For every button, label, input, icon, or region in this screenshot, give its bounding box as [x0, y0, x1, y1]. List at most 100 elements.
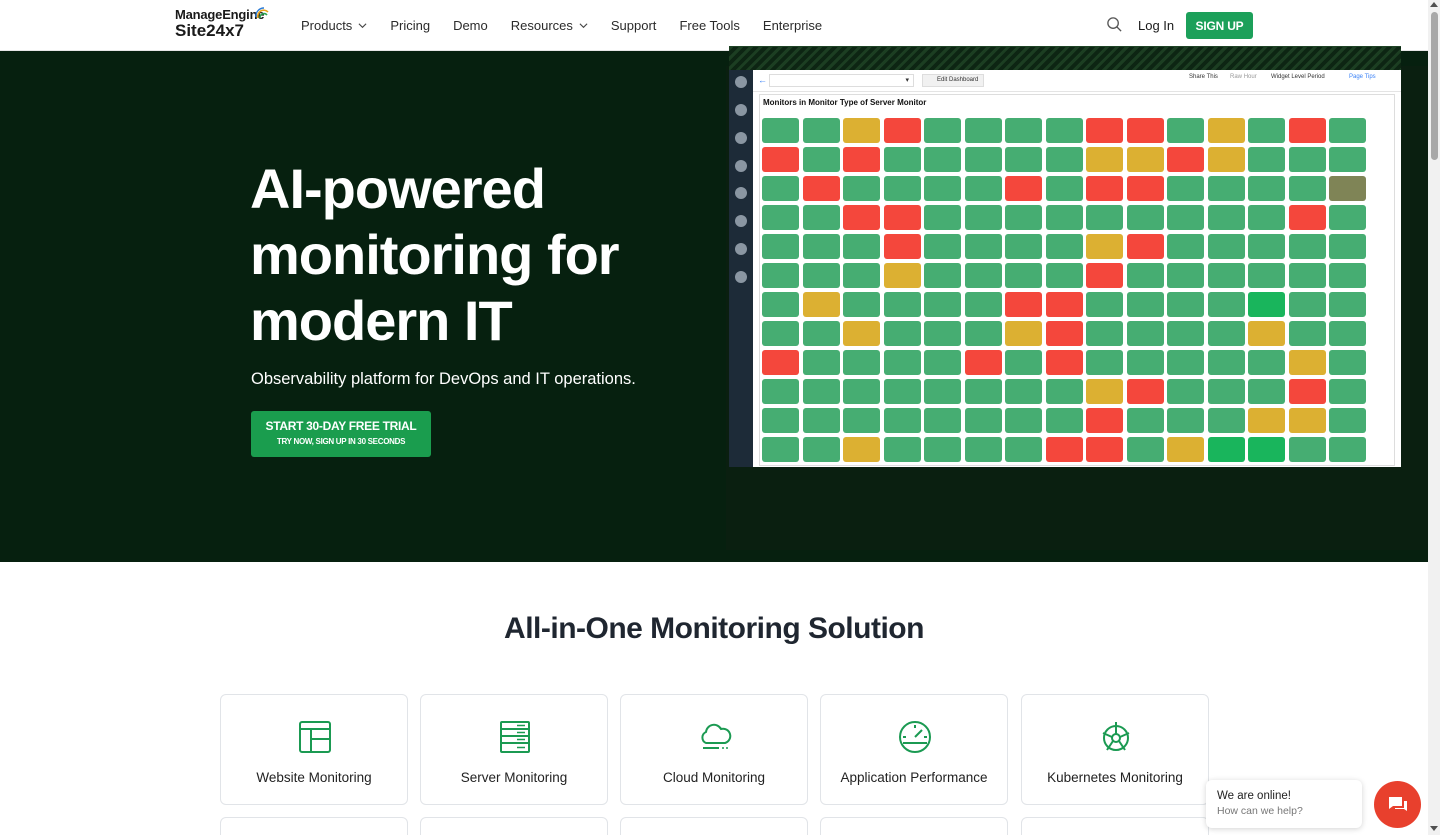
card-row2[interactable] — [820, 817, 1008, 835]
status-cell — [1288, 292, 1326, 317]
status-cell — [964, 292, 1002, 317]
status-cell — [1045, 379, 1083, 404]
nav-pricing[interactable]: Pricing — [390, 18, 430, 33]
status-cell — [1248, 176, 1285, 201]
nav-free-tools[interactable]: Free Tools — [679, 18, 739, 33]
status-cell — [1288, 263, 1326, 288]
status-cell — [762, 118, 799, 143]
chevron-down-icon — [358, 23, 367, 29]
status-cell — [1126, 350, 1164, 375]
nav-label: Resources — [510, 18, 573, 33]
chat-button[interactable] — [1374, 781, 1421, 828]
nav-products[interactable]: Products — [301, 18, 367, 33]
status-cell — [1086, 437, 1123, 462]
chevron-down-icon — [579, 23, 588, 29]
status-cell — [924, 147, 961, 172]
status-cell — [883, 350, 921, 375]
status-cell — [1126, 408, 1164, 433]
sidebar-dot-icon — [735, 132, 747, 144]
back-arrow-icon: ← — [758, 75, 767, 85]
scroll-up-arrow-icon[interactable] — [1430, 2, 1438, 7]
status-cell — [843, 379, 880, 404]
scroll-down-arrow-icon[interactable] — [1430, 826, 1438, 831]
status-cell — [1045, 205, 1083, 230]
status-cell — [964, 205, 1002, 230]
nav-label: Support — [610, 18, 657, 33]
signup-button[interactable]: SIGN UP — [1186, 12, 1253, 39]
start-trial-button[interactable]: START 30-DAY FREE TRIAL TRY NOW, SIGN UP… — [251, 411, 431, 457]
nav-resources[interactable]: Resources — [511, 18, 588, 33]
status-cell — [1248, 147, 1285, 172]
status-cell — [964, 379, 1002, 404]
nav-enterprise[interactable]: Enterprise — [763, 18, 822, 33]
status-cell — [1126, 263, 1164, 288]
status-cell — [964, 147, 1002, 172]
sidebar-dot-icon — [735, 187, 747, 199]
login-link[interactable]: Log In — [1138, 18, 1174, 33]
card-label: Application Performance — [840, 770, 988, 785]
status-cell — [1086, 176, 1123, 201]
status-cell — [843, 205, 880, 230]
status-cell — [1248, 263, 1285, 288]
card-application-performance[interactable]: Application Performance — [820, 694, 1008, 805]
card-row2[interactable] — [420, 817, 608, 835]
status-cell — [924, 118, 961, 143]
site24x7-logo[interactable]: ManageEngine Site24x7 — [175, 7, 275, 47]
status-cell — [802, 408, 840, 433]
cta-line2: TRY NOW, SIGN UP IN 30 SECONDS — [276, 437, 406, 446]
status-cell — [964, 437, 1002, 462]
status-cell — [802, 379, 840, 404]
status-cell — [1329, 263, 1366, 288]
card-kubernetes-monitoring[interactable]: Kubernetes Monitoring — [1021, 694, 1209, 805]
status-cell — [1126, 379, 1164, 404]
status-cell — [843, 234, 880, 259]
status-cell — [1248, 379, 1285, 404]
period-label: Widget Level Period — [1271, 74, 1325, 80]
status-cell — [1288, 234, 1326, 259]
status-cell — [1005, 408, 1042, 433]
status-cell — [1248, 321, 1285, 346]
status-cell — [924, 350, 961, 375]
status-cell — [1207, 321, 1245, 346]
status-cell — [1207, 350, 1245, 375]
scrollbar-thumb[interactable] — [1431, 12, 1438, 160]
status-cell — [1086, 408, 1123, 433]
edit-dashboard-button: Edit Dashboard — [922, 74, 984, 87]
status-cell — [762, 234, 799, 259]
status-cell — [843, 437, 880, 462]
status-cell — [762, 321, 799, 346]
card-row2[interactable] — [1021, 817, 1209, 835]
chat-greeting[interactable]: We are online! How can we help? — [1206, 780, 1362, 828]
status-cell — [1288, 321, 1326, 346]
card-cloud-monitoring[interactable]: Cloud Monitoring — [620, 694, 808, 805]
nav-label: Enterprise — [762, 18, 823, 33]
card-server-monitoring[interactable]: Server Monitoring — [420, 694, 608, 805]
status-cell — [1288, 176, 1326, 201]
status-cell — [762, 263, 799, 288]
status-cell — [1045, 234, 1083, 259]
kubernetes-icon — [1102, 722, 1130, 751]
card-website-monitoring[interactable]: Website Monitoring — [220, 694, 408, 805]
status-cell — [1126, 205, 1164, 230]
status-cell — [843, 408, 880, 433]
caret-down-icon: ▾ — [905, 77, 909, 84]
status-cell — [843, 118, 880, 143]
status-cell — [762, 205, 799, 230]
dashboard-preview: ← ▾ Edit Dashboard Share This Raw Hour W… — [729, 70, 1401, 467]
status-cell — [1207, 437, 1245, 462]
status-cell — [924, 176, 961, 201]
status-cell — [1248, 292, 1285, 317]
status-cell — [762, 408, 799, 433]
search-icon[interactable] — [1106, 16, 1123, 33]
status-cell — [964, 321, 1002, 346]
status-cell — [1126, 234, 1164, 259]
card-row2[interactable] — [620, 817, 808, 835]
status-cell — [1005, 263, 1042, 288]
card-row2[interactable] — [220, 817, 408, 835]
nav-support[interactable]: Support — [611, 18, 657, 33]
nav-demo[interactable]: Demo — [453, 18, 488, 33]
status-cell — [1207, 379, 1245, 404]
status-cell — [1329, 234, 1366, 259]
raw-label: Raw Hour — [1230, 74, 1257, 80]
status-cell — [883, 292, 921, 317]
